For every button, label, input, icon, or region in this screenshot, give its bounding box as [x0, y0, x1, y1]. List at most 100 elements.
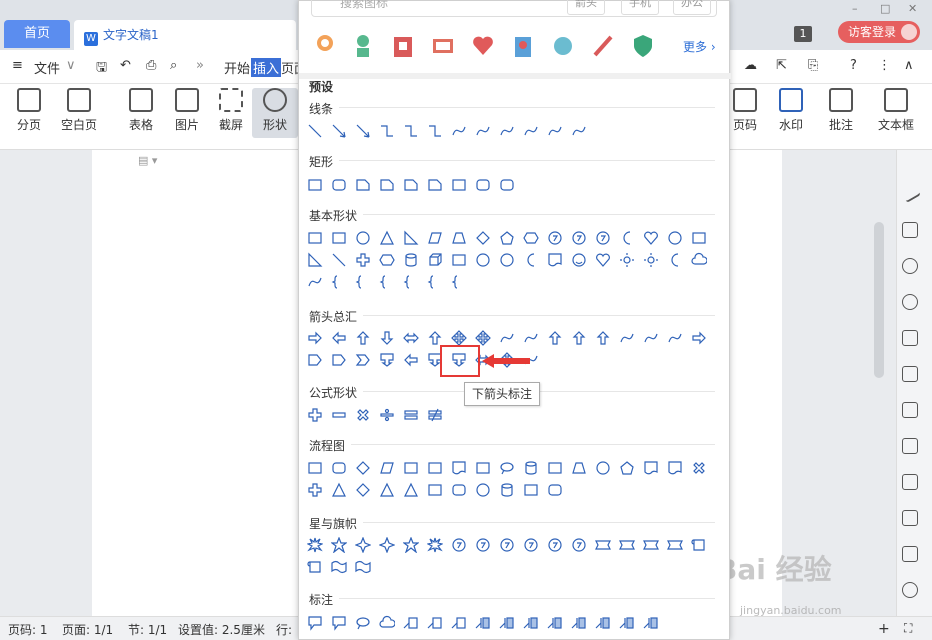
- heart-shape-icon[interactable]: [643, 230, 659, 246]
- page-break-button[interactable]: 分页: [6, 88, 52, 133]
- rect-shape-icon[interactable]: [475, 460, 491, 476]
- circle-shape-icon[interactable]: [595, 460, 611, 476]
- curve-shape-icon[interactable]: [499, 123, 515, 139]
- aR-shape-icon[interactable]: [691, 330, 707, 346]
- cursor-icon[interactable]: [902, 222, 918, 238]
- aU-shape-icon[interactable]: [595, 330, 611, 346]
- cyl-shape-icon[interactable]: [499, 482, 515, 498]
- curve-shape-icon[interactable]: [499, 330, 515, 346]
- ribbon-shape-icon[interactable]: [595, 537, 611, 553]
- elbow-shape-icon[interactable]: [379, 123, 395, 139]
- arrowline-shape-icon[interactable]: [331, 123, 347, 139]
- trap-shape-icon[interactable]: [571, 460, 587, 476]
- table-button[interactable]: 表格: [118, 88, 164, 133]
- barCall-shape-icon[interactable]: [475, 615, 491, 631]
- rect-shape-icon[interactable]: [403, 460, 419, 476]
- wave-shape-icon[interactable]: [355, 559, 371, 575]
- blank-page-button[interactable]: 空白页: [56, 88, 102, 133]
- curve-shape-icon[interactable]: [547, 123, 563, 139]
- pent-shape-icon[interactable]: [619, 460, 635, 476]
- chevron-shape-icon[interactable]: [355, 352, 371, 368]
- rrect-shape-icon[interactable]: [547, 482, 563, 498]
- aL-shape-icon[interactable]: [331, 330, 347, 346]
- brace-shape-icon[interactable]: [451, 274, 467, 290]
- star5-shape-icon[interactable]: [402, 536, 420, 554]
- num-shape-icon[interactable]: [595, 230, 611, 246]
- rtri-shape-icon[interactable]: [403, 230, 419, 246]
- brace-shape-icon[interactable]: [427, 274, 443, 290]
- num-shape-icon[interactable]: [571, 537, 587, 553]
- hex-shape-icon[interactable]: [523, 230, 539, 246]
- num-shape-icon[interactable]: [523, 537, 539, 553]
- curve-shape-icon[interactable]: [523, 330, 539, 346]
- arrowline-shape-icon[interactable]: [355, 123, 371, 139]
- aLR-shape-icon[interactable]: [403, 330, 419, 346]
- circle-shape-icon[interactable]: [355, 230, 371, 246]
- cube-shape-icon[interactable]: [427, 252, 443, 268]
- shapes-side-icon[interactable]: [902, 294, 918, 310]
- textbox-button[interactable]: 文本框: [870, 88, 922, 133]
- circle-shape-icon[interactable]: [475, 252, 491, 268]
- brace-shape-icon[interactable]: [379, 274, 395, 290]
- rect-shape-icon[interactable]: [547, 460, 563, 476]
- aU-shape-icon[interactable]: [355, 330, 371, 346]
- oval-shape-icon[interactable]: [499, 460, 515, 476]
- hamburger-icon[interactable]: ≡: [12, 58, 23, 73]
- rect-shape-icon[interactable]: [451, 252, 467, 268]
- neq-shape-icon[interactable]: [427, 407, 443, 423]
- rect-shape-icon[interactable]: [307, 230, 323, 246]
- vertical-scrollbar[interactable]: [874, 222, 884, 378]
- moon-shape-icon[interactable]: [619, 230, 635, 246]
- plus-shape-icon[interactable]: [307, 407, 323, 423]
- curve-shape-icon[interactable]: [523, 123, 539, 139]
- barCall-shape-icon[interactable]: [595, 615, 611, 631]
- tag-phone[interactable]: 手机: [621, 0, 659, 15]
- snip-shape-icon[interactable]: [427, 177, 443, 193]
- speech-shape-icon[interactable]: [307, 615, 323, 631]
- moon-shape-icon[interactable]: [523, 252, 539, 268]
- preview-icon[interactable]: ⌕: [170, 58, 177, 73]
- tri-shape-icon[interactable]: [379, 482, 395, 498]
- curve-shape-icon[interactable]: [451, 123, 467, 139]
- sun-shape-icon[interactable]: [643, 252, 659, 268]
- scroll-shape-icon[interactable]: [691, 537, 707, 553]
- diamond-shape-icon[interactable]: [355, 460, 371, 476]
- shield-icon[interactable]: [631, 33, 655, 59]
- callD-shape-icon[interactable]: [379, 352, 395, 368]
- help-icon[interactable]: ?: [850, 58, 857, 73]
- star4-shape-icon[interactable]: [378, 536, 396, 554]
- ribbon-shape-icon[interactable]: [643, 537, 659, 553]
- rect-shape-icon[interactable]: [331, 230, 347, 246]
- image-side-icon[interactable]: [902, 510, 918, 526]
- times-shape-icon[interactable]: [691, 460, 707, 476]
- aD-shape-icon[interactable]: [379, 330, 395, 346]
- cloud-shape-icon[interactable]: [379, 615, 396, 631]
- pent-shape-icon[interactable]: [499, 230, 515, 246]
- grid-icon[interactable]: [902, 366, 918, 382]
- curve-shape-icon[interactable]: [619, 330, 635, 346]
- cloud-shape-icon[interactable]: [691, 252, 708, 268]
- curve-shape-icon[interactable]: [571, 123, 587, 139]
- plus-shape-icon[interactable]: [355, 252, 371, 268]
- cyl-shape-icon[interactable]: [403, 252, 419, 268]
- aCross-shape-icon[interactable]: [475, 330, 491, 346]
- save-icon[interactable]: 🖫: [96, 58, 107, 80]
- heart-pulse-icon[interactable]: [471, 33, 495, 59]
- star4-shape-icon[interactable]: [354, 536, 372, 554]
- rrect-shape-icon[interactable]: [331, 460, 347, 476]
- times-shape-icon[interactable]: [355, 407, 371, 423]
- sun-shape-icon[interactable]: [619, 252, 635, 268]
- lineCall-shape-icon[interactable]: [403, 615, 419, 631]
- menu-insert[interactable]: 插入: [251, 58, 282, 77]
- aU-shape-icon[interactable]: [547, 330, 563, 346]
- syringe-icon[interactable]: [591, 33, 615, 59]
- tag-arrow[interactable]: 箭头: [567, 0, 605, 15]
- rect-shape-icon[interactable]: [691, 230, 707, 246]
- plus-shape-icon[interactable]: [307, 482, 323, 498]
- settings-sliders-icon[interactable]: [902, 474, 918, 490]
- num-shape-icon[interactable]: [571, 230, 587, 246]
- penta-shape-icon[interactable]: [307, 352, 323, 368]
- num-shape-icon[interactable]: [499, 537, 515, 553]
- tri-shape-icon[interactable]: [403, 482, 419, 498]
- star5-shape-icon[interactable]: [330, 536, 348, 554]
